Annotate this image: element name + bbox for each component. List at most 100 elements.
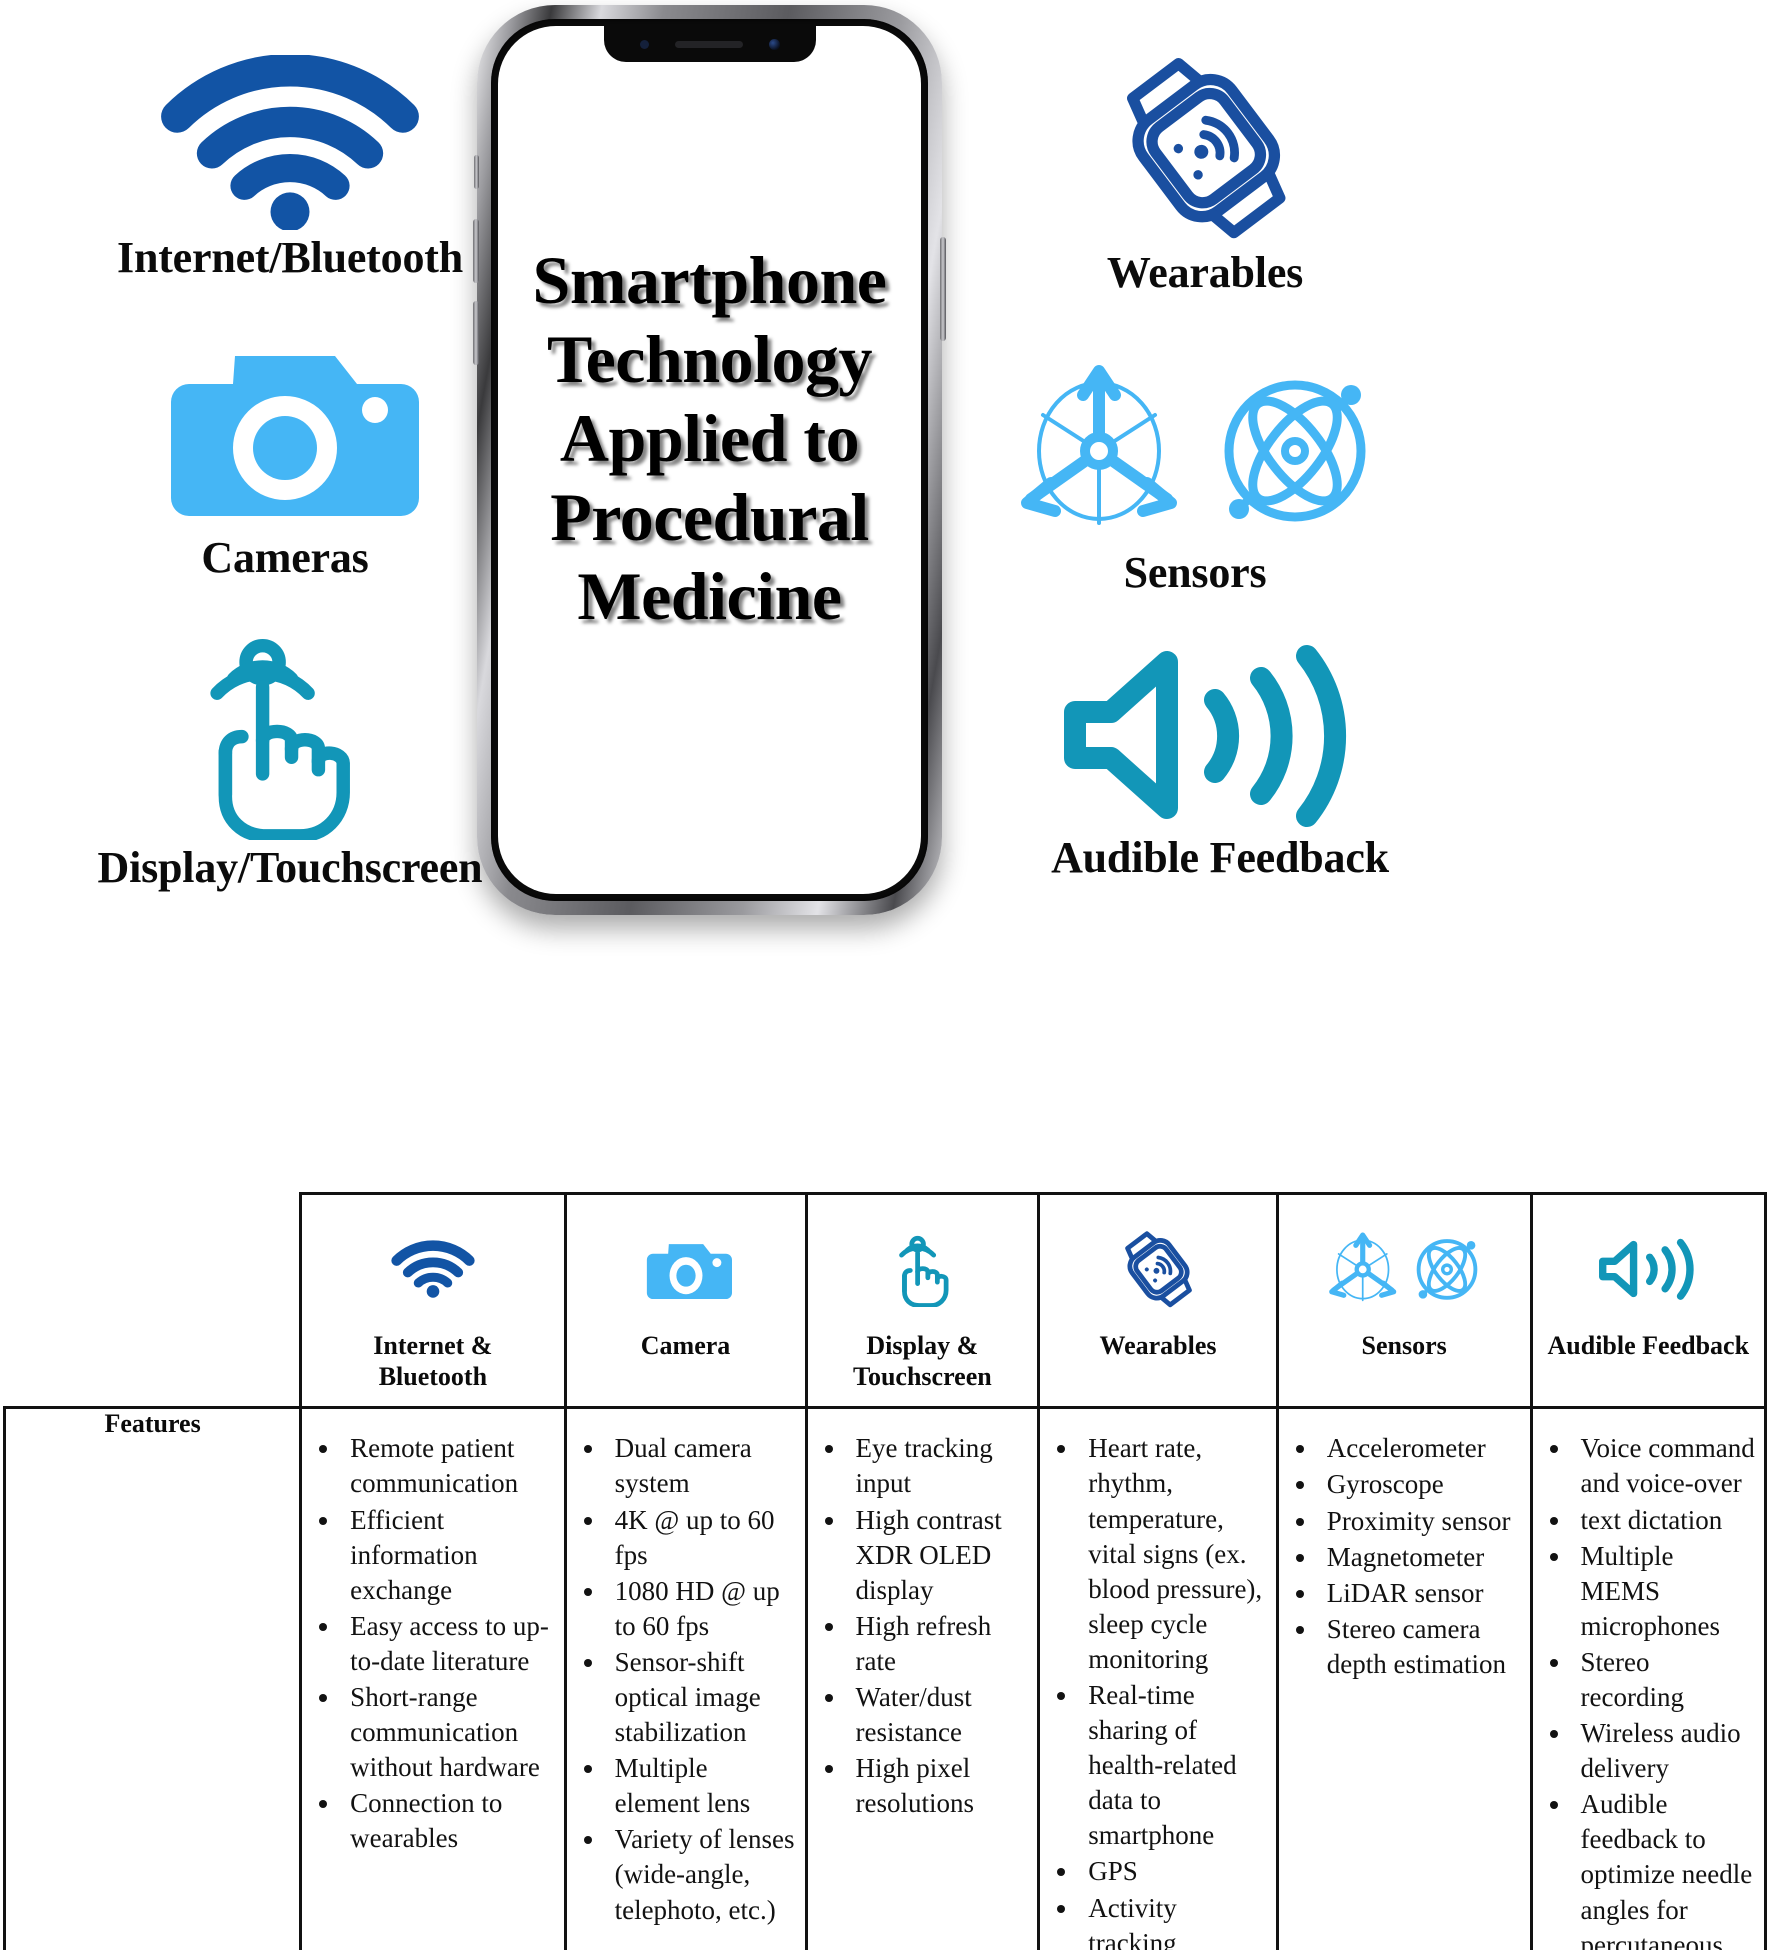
list-item: Multiple element lens — [607, 1751, 799, 1821]
wifi-icon — [30, 53, 550, 235]
table-cell-sensors: Accelerometer Gyroscope Proximity sensor… — [1275, 1406, 1533, 1950]
list-item: Stereo camera depth estimation — [1319, 1612, 1524, 1682]
smartwatch-icon — [1040, 50, 1370, 250]
power-button[interactable] — [940, 237, 946, 341]
table-corner-blank — [5, 1194, 301, 1408]
list-item: Magnetometer — [1319, 1540, 1524, 1575]
feature-list: Voice command and voice-over text dictat… — [1537, 1431, 1758, 1950]
feature-list: Heart rate, rhythm, temperature, vital s… — [1044, 1431, 1270, 1950]
hero-feature-wearables: Wearables — [1040, 50, 1370, 296]
camera-icon — [573, 1221, 799, 1317]
list-item: Activity tracking — [1080, 1891, 1270, 1950]
proximity-sensor-icon — [639, 39, 649, 49]
list-item: Wireless audio delivery — [1573, 1716, 1758, 1786]
speaker-icon — [1539, 1221, 1758, 1317]
touch-hand-icon — [814, 1221, 1032, 1317]
earpiece-speaker-icon — [674, 40, 743, 48]
hero-feature-sensors: Sensors — [980, 355, 1410, 596]
table-header-camera: Camera — [563, 1191, 808, 1410]
header-line: Internet & — [373, 1331, 493, 1360]
smartwatch-icon — [1046, 1221, 1270, 1317]
table-header-audible: Audible Feedback — [1529, 1191, 1768, 1410]
header-line: Camera — [640, 1331, 731, 1360]
header-line: Touchscreen — [853, 1361, 992, 1391]
silent-switch[interactable] — [474, 155, 479, 189]
list-item: Easy access to up-to-date literature — [342, 1609, 557, 1679]
phone-notch — [603, 26, 816, 62]
list-item: Accelerometer — [1319, 1431, 1524, 1466]
phone-bezel: Smartphone Technology Applied to Procedu… — [491, 19, 928, 901]
list-item: Stereo recording — [1573, 1645, 1758, 1715]
list-item: Eye tracking input — [848, 1431, 1032, 1501]
feature-list: Remote patient communication Efficient i… — [306, 1431, 557, 1856]
table-cell-camera: Dual camera system 4K @ up to 60 fps 108… — [563, 1406, 808, 1950]
table-cell-audible: Voice command and voice-over text dictat… — [1529, 1406, 1768, 1950]
table-body-row: Features Remote patient communication Ef… — [2, 1406, 1768, 1950]
volume-up-button[interactable] — [473, 219, 479, 283]
header-line: Wearables — [1099, 1331, 1217, 1360]
hero-feature-cameras: Cameras — [75, 330, 495, 581]
front-camera-icon — [768, 38, 780, 50]
list-item: Sensor-shift optical image stabilization — [607, 1645, 799, 1750]
table-header-label: Audible Feedback — [1539, 1331, 1758, 1362]
list-item: 4K @ up to 60 fps — [607, 1503, 799, 1573]
list-item: LiDAR sensor — [1319, 1576, 1524, 1611]
hero-label-audible: Audible Feedback — [1051, 833, 1389, 882]
page-title: Smartphone Technology Applied to Procedu… — [498, 241, 921, 635]
hero-label-cameras: Cameras — [201, 533, 369, 582]
list-item: Variety of lenses (wide-angle, telephoto… — [607, 1822, 799, 1927]
list-item: Heart rate, rhythm, temperature, vital s… — [1080, 1431, 1270, 1677]
features-table: Internet & Bluetooth Camera Display & To… — [2, 1191, 1768, 1950]
feature-list: Dual camera system 4K @ up to 60 fps 108… — [571, 1431, 799, 1927]
list-item: text dictation — [1573, 1503, 1758, 1538]
infographic-root: Internet/Bluetooth Cameras Display/Touch… — [0, 0, 1770, 1950]
table-header-display: Display & Touchscreen — [804, 1191, 1041, 1410]
table-cell-wearables: Heart rate, rhythm, temperature, vital s… — [1037, 1406, 1279, 1950]
list-item: Real-time sharing of health-related data… — [1080, 1678, 1270, 1853]
list-item: High contrast XDR OLED display — [848, 1503, 1032, 1608]
table-header-label: Wearables — [1046, 1331, 1270, 1362]
list-item: High pixel resolutions — [848, 1751, 1032, 1821]
accelerometer-gyroscope-icon — [1285, 1221, 1524, 1317]
list-item: High refresh rate — [848, 1609, 1032, 1679]
table-header-wearables: Wearables — [1037, 1191, 1279, 1410]
hero-feature-audible: Audible Feedback — [1000, 640, 1420, 881]
hero-label-internet: Internet/Bluetooth — [117, 233, 463, 282]
camera-icon — [75, 330, 495, 535]
accelerometer-gyroscope-icon — [980, 355, 1410, 550]
hero-feature-display: Display/Touchscreen — [40, 625, 510, 891]
list-item: Water/dust resistance — [848, 1680, 1032, 1750]
table-header-row: Internet & Bluetooth Camera Display & To… — [5, 1191, 1768, 1410]
list-item: Remote patient communication — [342, 1431, 557, 1501]
hero-label-wearables: Wearables — [1106, 248, 1304, 297]
title-line-5: Medicine — [577, 557, 842, 634]
row-label-features: Features — [2, 1406, 303, 1950]
header-line: Audible Feedback — [1547, 1331, 1750, 1360]
title-line-1: Smartphone — [532, 242, 887, 318]
table-header-internet: Internet & Bluetooth — [299, 1191, 567, 1410]
table-cell-internet: Remote patient communication Efficient i… — [299, 1406, 567, 1950]
list-item: Connection to wearables — [342, 1786, 557, 1856]
list-item: Gyroscope — [1319, 1467, 1524, 1502]
header-line: Bluetooth — [378, 1361, 488, 1391]
table-header-label: Camera — [573, 1331, 799, 1362]
table-header-label: Display & Touchscreen — [814, 1331, 1032, 1392]
table-header-label: Internet & Bluetooth — [308, 1331, 557, 1392]
volume-down-button[interactable] — [473, 301, 479, 365]
title-line-4: Procedural — [550, 478, 869, 555]
hero-feature-internet: Internet/Bluetooth — [30, 53, 550, 282]
touch-hand-icon — [40, 625, 510, 845]
header-line: Display & — [866, 1331, 979, 1360]
hero-label-display: Display/Touchscreen — [97, 843, 483, 892]
feature-list: Accelerometer Gyroscope Proximity sensor… — [1283, 1431, 1524, 1682]
speaker-icon — [1000, 640, 1420, 835]
list-item: Multiple MEMS microphones — [1573, 1539, 1758, 1644]
wifi-icon — [308, 1221, 557, 1317]
list-item: Efficient information exchange — [342, 1503, 557, 1608]
smartphone-mockup: Smartphone Technology Applied to Procedu… — [473, 5, 946, 915]
phone-screen: Smartphone Technology Applied to Procedu… — [498, 26, 921, 894]
list-item: Proximity sensor — [1319, 1504, 1524, 1539]
hero-section: Internet/Bluetooth Cameras Display/Touch… — [0, 0, 1770, 1185]
list-item: Audible feedback to optimize needle angl… — [1573, 1787, 1758, 1950]
list-item: Voice command and voice-over — [1573, 1431, 1758, 1501]
